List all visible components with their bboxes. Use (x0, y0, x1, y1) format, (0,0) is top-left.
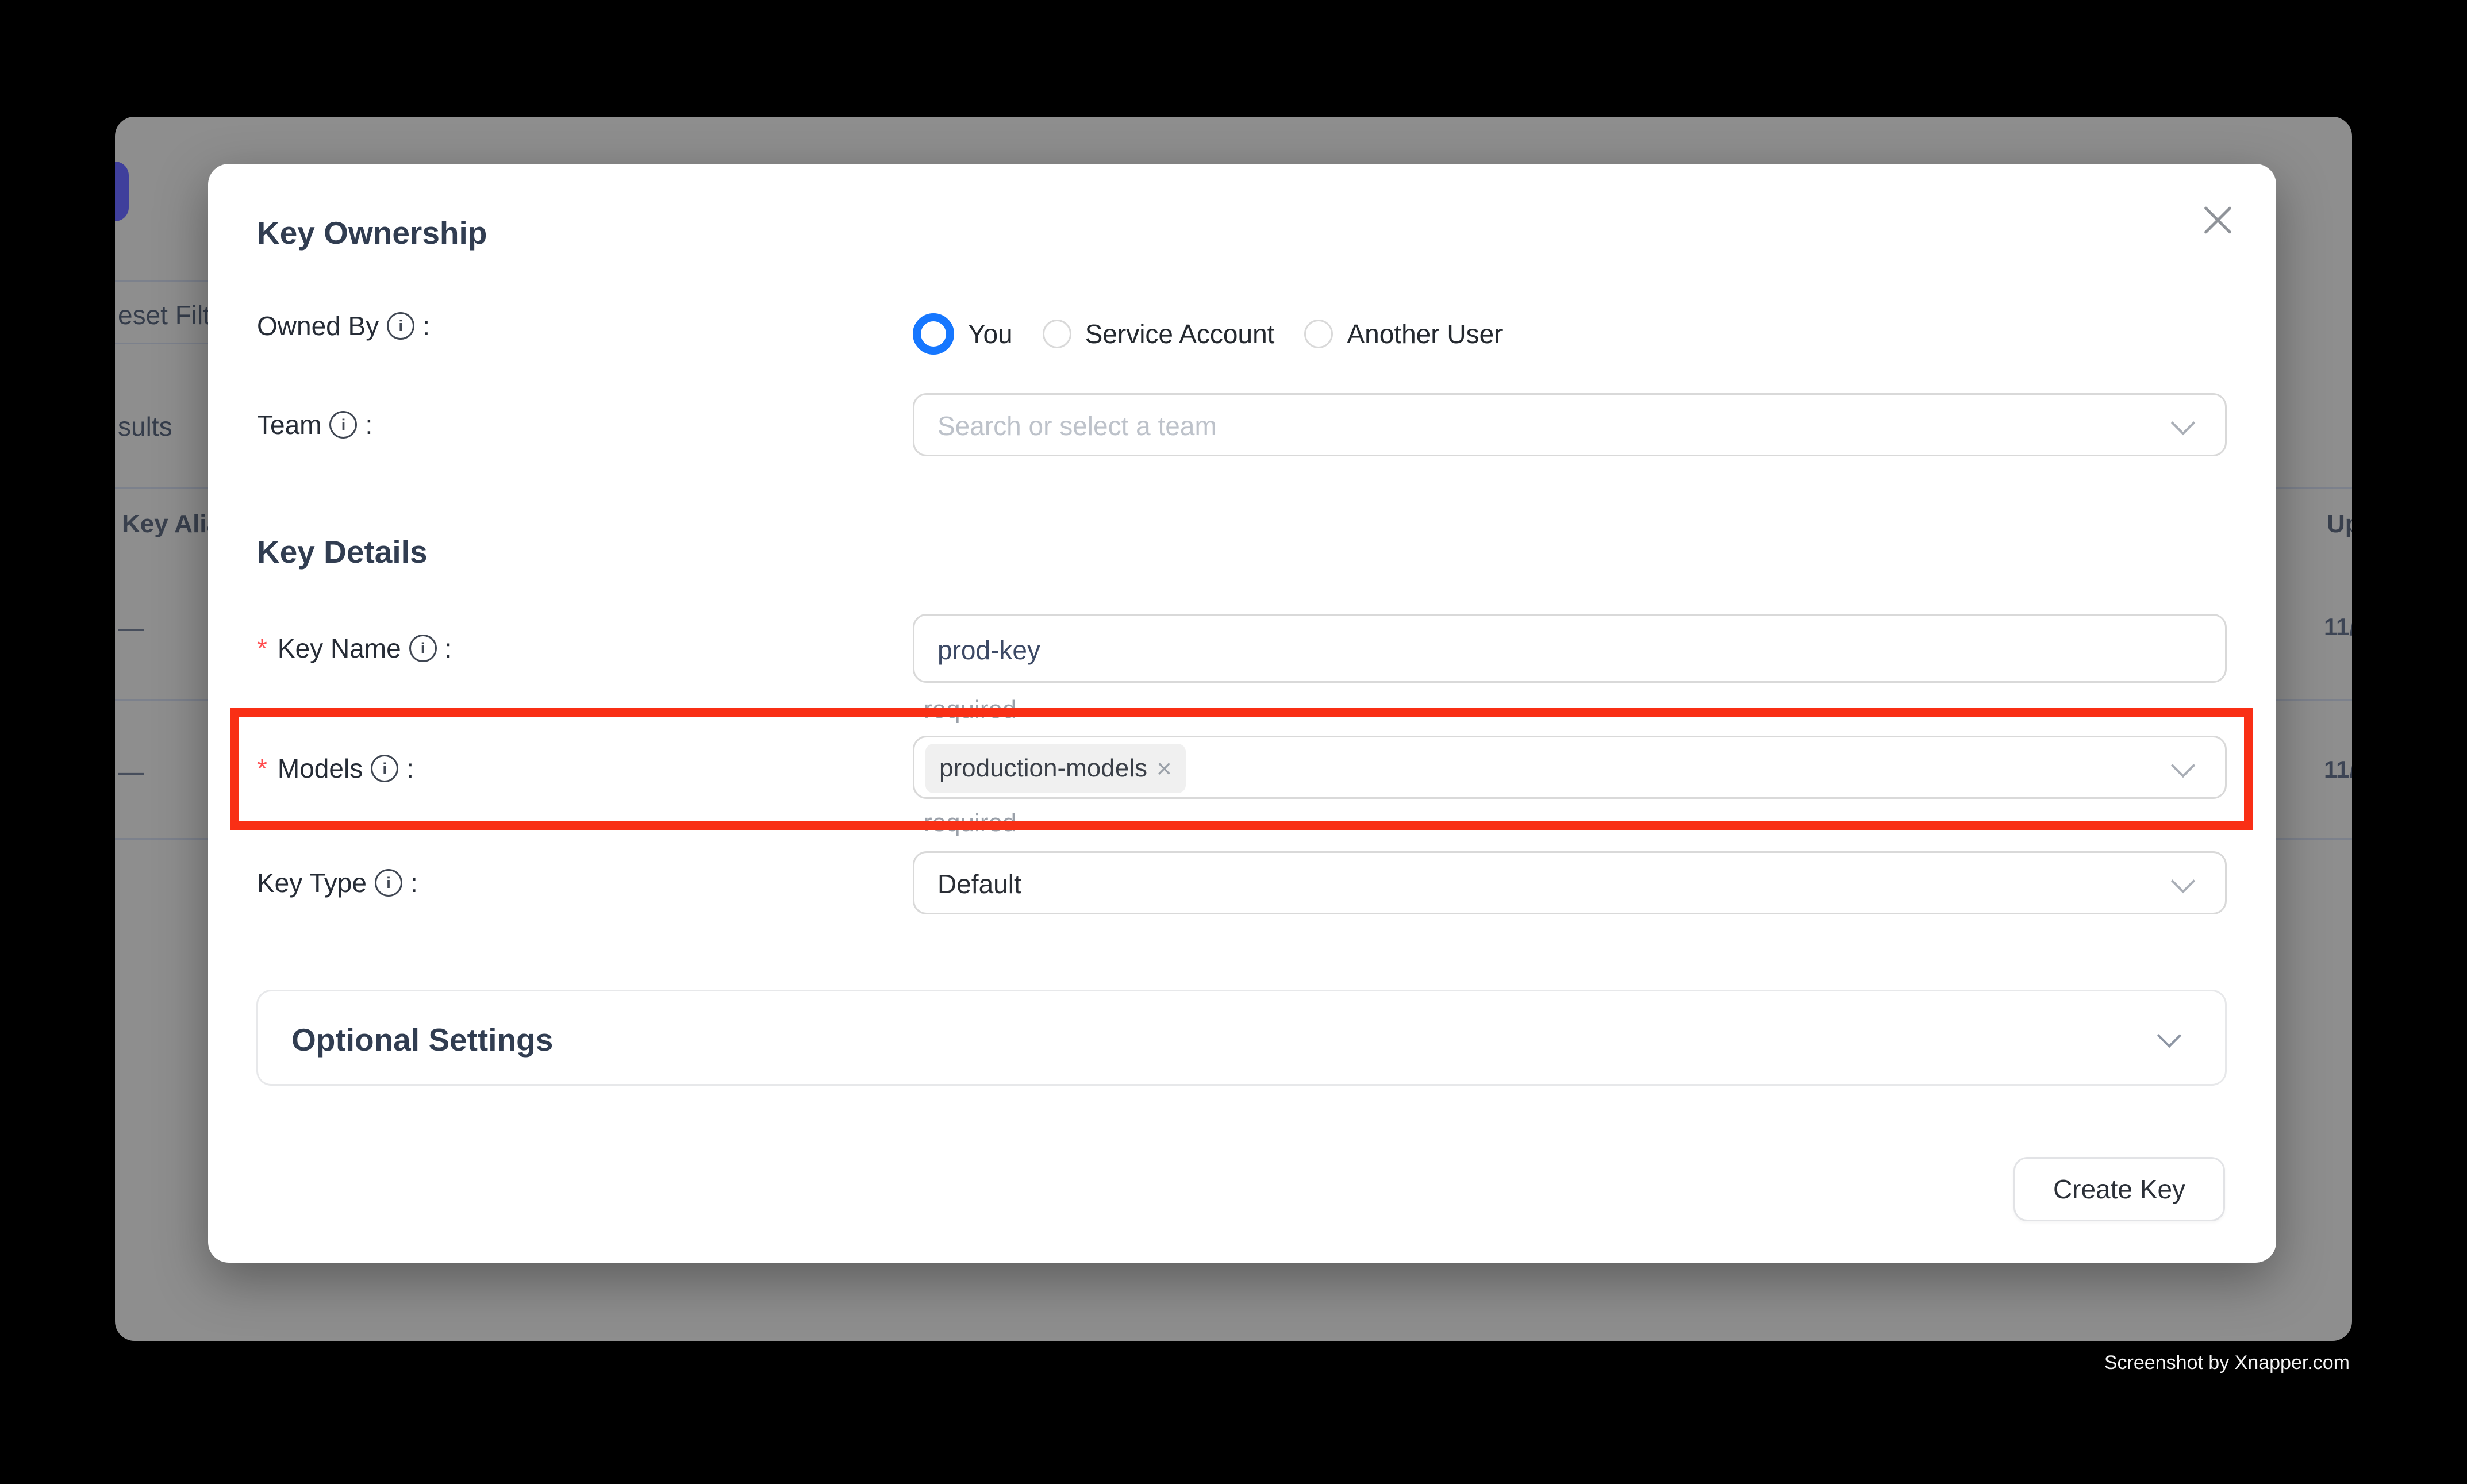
radio-you[interactable]: You (913, 313, 1013, 355)
info-icon[interactable]: i (387, 312, 414, 340)
modal-title: Key Ownership (257, 214, 487, 251)
radio-unselected-icon[interactable] (1043, 320, 1071, 348)
chevron-down-icon[interactable] (2157, 1024, 2181, 1048)
table-header-updated: Up (2327, 510, 2352, 539)
owned-by-radio-group: You Service Account Another User (913, 313, 1503, 355)
owned-by-label: Owned Byi: (257, 310, 430, 341)
watermark: Screenshot by Xnapper.com (2104, 1352, 2350, 1374)
radio-unselected-icon[interactable] (1304, 320, 1333, 348)
table-row-date: 11/ (2324, 613, 2352, 641)
key-type-value: Default (937, 868, 1021, 899)
key-name-value: prod-key (937, 635, 1040, 666)
info-icon[interactable]: i (329, 411, 357, 439)
chevron-down-icon[interactable] (2171, 869, 2195, 893)
reset-filters-button-fragment[interactable]: eset Filt (118, 299, 210, 330)
close-icon[interactable] (2201, 204, 2234, 236)
table-header-key-alias: Key Alia (122, 510, 221, 539)
key-type-label: Key Typei: (257, 867, 418, 898)
key-name-label: *Key Namei: (257, 633, 452, 664)
required-mark: * (257, 633, 267, 664)
info-icon[interactable]: i (409, 635, 437, 662)
optional-settings-label: Optional Settings (291, 1021, 553, 1058)
team-select[interactable]: Search or select a team (913, 393, 2227, 456)
create-key-button-fragment (115, 162, 129, 221)
info-icon[interactable]: i (375, 869, 402, 897)
table-row-cell: — (118, 612, 144, 643)
radio-service-account[interactable]: Service Account (1043, 318, 1275, 349)
radio-another-user[interactable]: Another User (1304, 318, 1503, 349)
radio-selected-icon[interactable] (913, 313, 954, 355)
key-name-input[interactable]: prod-key (913, 614, 2227, 683)
optional-settings-panel[interactable]: Optional Settings (256, 990, 2227, 1086)
team-select-placeholder: Search or select a team (937, 410, 1217, 441)
key-details-title: Key Details (257, 533, 428, 570)
table-row-cell: — (118, 756, 144, 787)
key-type-select[interactable]: Default (913, 851, 2227, 914)
chevron-down-icon[interactable] (2171, 411, 2195, 435)
team-label: Teami: (257, 409, 372, 440)
create-key-button[interactable]: Create Key (2013, 1157, 2225, 1221)
results-count-fragment: sults (118, 411, 172, 442)
annotation-highlight-box (230, 708, 2253, 830)
table-row-date: 11/ (2324, 756, 2352, 783)
